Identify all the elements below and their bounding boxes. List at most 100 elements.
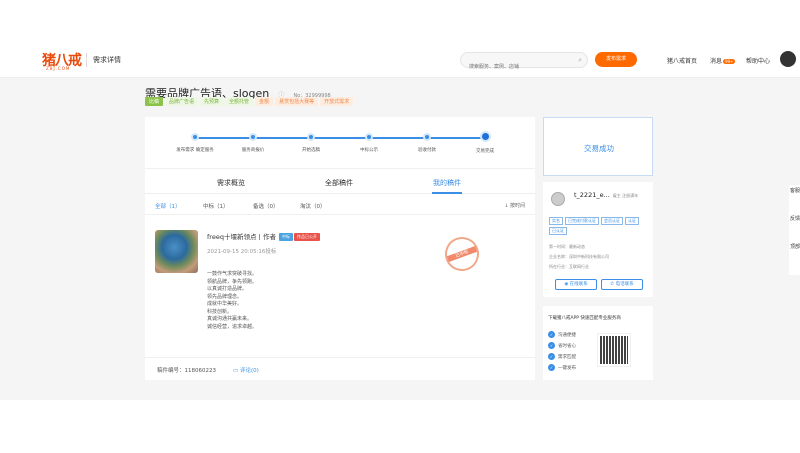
filter-shortlisted[interactable]: 备选（0） (253, 202, 279, 210)
employer-name-text[interactable]: t_2221_e... (574, 191, 610, 199)
employer-avatar[interactable] (551, 192, 565, 206)
feature-label: 需求匹配 (558, 355, 576, 360)
public-badge: 作品已公开 (293, 233, 320, 241)
step-label: 中标公示 (360, 148, 378, 153)
tab-bar: 需求概览 全部稿件 我的稿件 (145, 174, 535, 194)
qr-code (597, 333, 631, 367)
work-content: 一鼓作气求突破寻找。 领航品牌，争先领跑。 以真诚打造品牌。 领先品牌理念。 成… (207, 271, 258, 330)
divider (86, 53, 87, 67)
tag: 开放式需求 (320, 97, 354, 106)
search-icon[interactable]: ⌕ (578, 56, 582, 65)
tag: 先预算 (200, 97, 224, 106)
app-feature: ✓ 一键发布 (548, 364, 576, 371)
contact-online-button[interactable]: ◉ 在线联系 (555, 279, 597, 290)
app-feature: ✓ 需求匹配 (548, 353, 576, 360)
tab-my-works[interactable]: 我的稿件 (433, 178, 461, 188)
step-label: 验收付款 (418, 148, 436, 153)
step-label: 发布需求 确定服务 (176, 148, 214, 153)
work-author: freeq十堰新领点丨作者 中标 作品已公开 (207, 231, 320, 241)
contact-online-label: 在线联系 (569, 282, 588, 287)
tag: 全额托管 (225, 97, 254, 106)
step-dot-final (479, 131, 491, 142)
feature-label: 沟通便捷 (558, 333, 576, 338)
side-toolbar: 客服 反馈 顶部 (789, 185, 800, 275)
stamp-text: 已中标 (446, 246, 478, 262)
employer-tag: 实名 (549, 217, 563, 225)
step: 中标公示 (339, 131, 399, 153)
app-title: 下载猪八戒APP 快速匹配专业服务商 (548, 316, 621, 321)
contact-phone-button[interactable]: ✆ 电话联系 (601, 279, 643, 290)
nav-messages-link[interactable]: 消息 99+ (710, 56, 736, 65)
tag: 品牌广告语 (165, 97, 199, 106)
work-footer: 稿件编号：118060223 ▭ 评论(0) (145, 357, 535, 380)
step-dot (423, 133, 431, 141)
comment-icon: ▭ (233, 368, 240, 374)
tag: 悬赏包括大赛等 (275, 97, 319, 106)
filter-eliminated[interactable]: 淘汰（0） (300, 202, 326, 210)
user-avatar[interactable] (780, 51, 796, 67)
feature-label: 省时省心 (558, 344, 576, 349)
tab-all-works[interactable]: 全部稿件 (325, 178, 353, 188)
feature-icon: ✓ (548, 331, 555, 338)
nav-help-link[interactable]: 帮助中心 (746, 56, 770, 65)
feature-icon: ✓ (548, 342, 555, 349)
step: 发布需求 确定服务 (165, 131, 225, 153)
side-service[interactable]: 客服 (790, 187, 800, 194)
requirement-tags: 比稿 品牌广告语 先预算 全额托管 金额 悬赏包括大赛等 开放式需求 (145, 97, 354, 106)
comment-label: 评论(0) (239, 368, 259, 374)
tag: 比稿 (145, 97, 164, 106)
comment-link[interactable]: ▭ 评论(0) (233, 366, 259, 374)
step-label: 服务商报价 (241, 148, 265, 153)
app-download-box: 下载猪八戒APP 快速匹配专业服务商 ✓ 沟通便捷 ✓ 省时省心 ✓ 需求匹配 ✓ 一键… (543, 306, 653, 380)
work-date: 2021-09-15 20:05:16投标 (207, 249, 277, 255)
tab-overview[interactable]: 需求概览 (217, 178, 245, 188)
employer-info: 第一时间：最新动态 (549, 244, 585, 249)
step-dot (191, 133, 199, 141)
app-feature: ✓ 省时省心 (548, 342, 576, 349)
app-feature: ✓ 沟通便捷 (548, 331, 576, 338)
work-id: 稿件编号：118060223 (157, 368, 216, 374)
employer-name: t_2221_e... 雇主 注册满年 (574, 191, 638, 199)
winner-stamp: 已中标 (440, 232, 484, 276)
progress-steps: 发布需求 确定服务 服务商报价 开始选稿 中标公示 验收付款 交易完成 (145, 117, 535, 169)
feature-label: 一键发布 (558, 366, 576, 371)
logo-subtext: ZBJ.COM (46, 66, 71, 71)
author-avatar[interactable] (155, 230, 198, 273)
publish-button[interactable]: 发布需求 (595, 52, 637, 67)
step-label: 交易完成 (476, 149, 494, 154)
trade-status-box: 交易成功 (543, 117, 653, 176)
step: 验收付款 (397, 131, 457, 153)
employer-tag: 已认证 (549, 227, 567, 235)
step: 开始选稿 (281, 131, 341, 153)
main-panel: 发布需求 确定服务 服务商报价 开始选稿 中标公示 验收付款 交易完成 需求概览… (145, 117, 535, 380)
messages-label: 消息 (710, 58, 723, 65)
step-dot (249, 133, 257, 141)
step: 交易完成 (455, 131, 515, 154)
step-label: 开始选稿 (302, 148, 320, 153)
employer-industry: 所在行业：互联网行业 (549, 264, 589, 269)
author-name[interactable]: freeq十堰新领点丨作者 (207, 233, 276, 241)
side-feedback[interactable]: 反馈 (790, 215, 800, 222)
side-top[interactable]: 顶部 (790, 243, 800, 250)
tag: 金额 (255, 97, 274, 106)
employer-tag: 会员认证 (601, 217, 623, 225)
search-input[interactable] (461, 60, 571, 74)
step: 服务商报价 (223, 131, 283, 153)
feature-icon: ✓ (548, 353, 555, 360)
work-item: freeq十堰新领点丨作者 中标 作品已公开 2021-09-15 20:05:16… (155, 227, 525, 347)
step-dot (307, 133, 315, 141)
tab-underline (432, 192, 462, 194)
employer-tags: 实名 已完成付款认证 会员认证 认证 已认证 (549, 217, 649, 235)
employer-tag: 已完成付款认证 (565, 217, 599, 225)
contact-phone-label: 电话联系 (615, 282, 634, 287)
messages-badge: 99+ (723, 59, 736, 64)
top-navbar: 猪八戒 ZBJ.COM 需求详情 ⌕ 发布需求 猪八戒首页 消息99+ 帮助中心 (0, 40, 800, 78)
search-box: ⌕ (460, 52, 588, 74)
filter-winning[interactable]: 中标（1） (203, 202, 229, 210)
sort-by-time[interactable]: ↓ 按时间 (504, 202, 525, 209)
filter-all[interactable]: 全部（1） (155, 202, 181, 210)
feature-icon: ✓ (548, 364, 555, 371)
employer-subtitle: 雇主 注册满年 (612, 193, 639, 198)
nav-home-link[interactable]: 猪八戒首页 (667, 56, 697, 65)
employer-card: t_2221_e... 雇主 注册满年 实名 已完成付款认证 会员认证 认证 已认… (543, 182, 653, 297)
